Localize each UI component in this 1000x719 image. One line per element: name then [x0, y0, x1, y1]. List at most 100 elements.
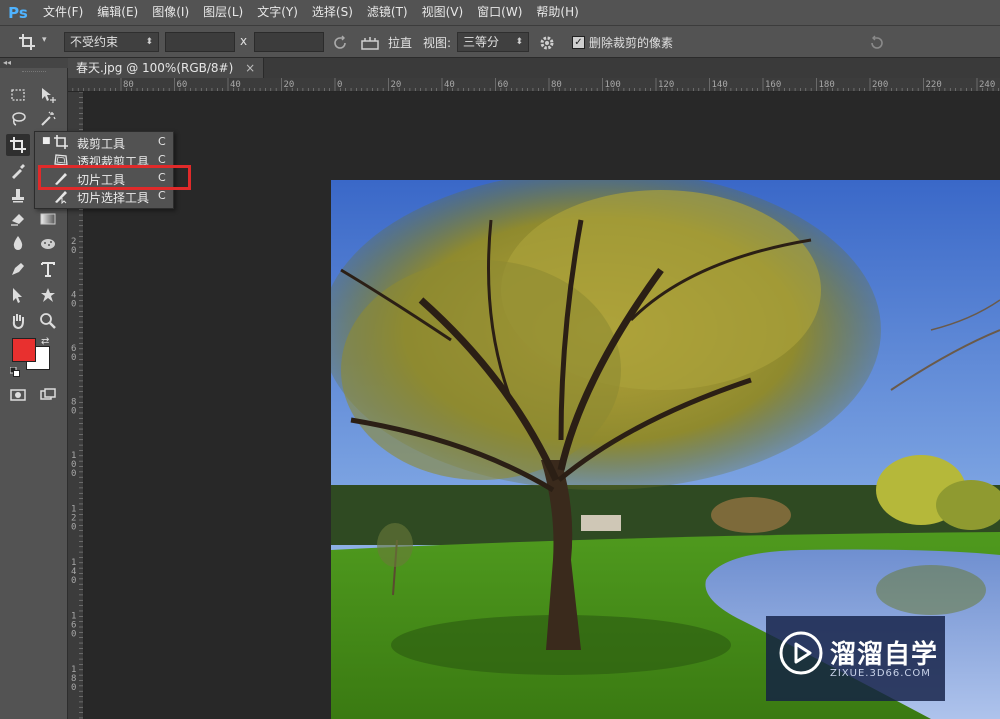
options-bar: ▾ 不受约束 ⬍ x 拉直 视图: 三等分 ⬍ ✓ 删除裁剪的像素	[0, 25, 1000, 58]
flyout-label: 切片选择工具	[77, 191, 150, 205]
flyout-label: 裁剪工具	[77, 137, 126, 151]
document-tab[interactable]: 春天.jpg @ 100%(RGB/8#) ×	[68, 58, 265, 78]
ruler-label: 200	[872, 80, 888, 90]
marquee-tool-icon[interactable]	[6, 84, 30, 106]
chevron-updown-icon: ⬍	[145, 37, 153, 47]
watermark-subtitle: ZIXUE.3D66.COM	[830, 668, 931, 679]
custom-shape-icon[interactable]	[36, 284, 60, 306]
delete-pixels-checkbox[interactable]: ✓	[572, 36, 585, 49]
menu-file[interactable]: 文件(F)	[36, 0, 90, 25]
ruler-label: 60	[498, 80, 509, 90]
crop-tool-icon[interactable]	[6, 134, 30, 156]
selected-bullet-icon: ■	[42, 136, 51, 146]
collapse-panel-icon[interactable]: ◂◂	[0, 58, 68, 68]
ruler-label: 60	[177, 80, 188, 90]
path-selection-icon[interactable]	[6, 284, 30, 306]
ruler-label: 120	[658, 80, 674, 90]
menu-image[interactable]: 图像(I)	[145, 0, 196, 25]
flyout-shortcut: C	[158, 135, 166, 148]
ruler-label: 40	[230, 80, 241, 90]
magic-wand-icon[interactable]	[36, 108, 60, 130]
flyout-item-crop[interactable]: ■ 裁剪工具 C	[35, 133, 173, 151]
hand-tool-icon[interactable]	[6, 310, 30, 332]
ruler-label: 240	[979, 80, 995, 90]
eyedropper-icon[interactable]	[6, 160, 30, 182]
ruler-label: 20	[284, 80, 295, 90]
menu-type[interactable]: 文字(Y)	[250, 0, 305, 25]
ruler-label: 0	[71, 523, 76, 533]
document-tab-bar: 春天.jpg @ 100%(RGB/8#) ×	[68, 58, 1000, 78]
lasso-tool-icon[interactable]	[6, 108, 30, 130]
view-value: 三等分	[463, 35, 500, 49]
crop-icon[interactable]	[18, 33, 38, 51]
ruler-label: 40	[444, 80, 455, 90]
view-label: 视图:	[423, 36, 452, 50]
quick-mask-icon[interactable]	[6, 384, 30, 406]
menu-view[interactable]: 视图(V)	[415, 0, 471, 25]
ruler-label: 0	[71, 353, 76, 363]
menu-layer[interactable]: 图层(L)	[196, 0, 250, 25]
foreground-color-swatch[interactable]	[12, 338, 36, 362]
straighten-label[interactable]: 拉直	[388, 34, 412, 51]
ratio-select[interactable]: 不受约束 ⬍	[64, 32, 159, 52]
blur-tool-icon[interactable]	[6, 232, 30, 254]
type-tool-icon[interactable]	[36, 258, 60, 280]
ruler-label: 80	[123, 80, 134, 90]
zoom-tool-icon[interactable]	[36, 310, 60, 332]
straighten-icon[interactable]	[360, 34, 380, 52]
slice-select-icon	[53, 188, 69, 205]
gear-icon[interactable]	[538, 34, 558, 52]
stamp-tool-icon[interactable]	[6, 184, 30, 206]
menu-bar: Ps 文件(F) 编辑(E) 图像(I) 图层(L) 文字(Y) 选择(S) 滤…	[0, 0, 1000, 25]
ruler-label: 0	[71, 469, 76, 479]
ruler-label: 100	[605, 80, 621, 90]
watermark: 溜溜自学 ZIXUE.3D66.COM	[766, 616, 945, 701]
swap-icon[interactable]	[331, 34, 349, 52]
pen-tool-icon[interactable]	[6, 258, 30, 280]
ruler-label: 160	[765, 80, 781, 90]
crop-icon	[53, 134, 69, 150]
ruler-label: 80	[551, 80, 562, 90]
highlight-annotation-box	[38, 165, 191, 190]
delete-pixels-label: 删除裁剪的像素	[589, 36, 674, 50]
ruler-label: 0	[71, 246, 76, 256]
ruler-label: 0	[71, 300, 76, 310]
ruler-label: 140	[712, 80, 728, 90]
swap-colors-icon[interactable]: ⇄	[41, 336, 49, 347]
menu-edit[interactable]: 编辑(E)	[90, 0, 145, 25]
menu-select[interactable]: 选择(S)	[305, 0, 360, 25]
flyout-shortcut: C	[158, 189, 166, 202]
close-icon[interactable]: ×	[245, 61, 255, 75]
menu-help[interactable]: 帮助(H)	[529, 0, 585, 25]
ruler-label: 0	[337, 80, 342, 90]
ruler-horizontal-ticks: 80 60 40 20 0 20 40 60 80 100 120 140 160 180 200 220 24…	[72, 78, 999, 91]
move-tool-icon[interactable]	[36, 84, 60, 106]
ruler-label: 0	[71, 630, 76, 640]
ratio-value: 不受约束	[70, 35, 119, 49]
height-input[interactable]	[254, 32, 324, 52]
watermark-title: 溜溜自学	[830, 640, 939, 670]
chevron-updown-icon: ⬍	[515, 37, 523, 47]
default-colors-icon[interactable]	[9, 366, 20, 377]
document-title: 春天.jpg @ 100%(RGB/8#)	[76, 61, 234, 75]
reset-icon[interactable]	[868, 34, 886, 52]
photoshop-logo: Ps	[8, 3, 28, 22]
ruler-label: 0	[71, 407, 76, 417]
menu-filter[interactable]: 滤镜(T)	[360, 0, 415, 25]
ruler-label: 0	[71, 576, 76, 586]
eraser-tool-icon[interactable]	[6, 208, 30, 230]
gradient-tool-icon[interactable]	[36, 208, 60, 230]
tool-preset-caret-icon[interactable]: ▾	[42, 35, 47, 45]
ruler-horizontal[interactable]: 80 60 40 20 0 20 40 60 80 100 120 140 160 180 200 220 24…	[68, 78, 1000, 92]
width-input[interactable]	[165, 32, 235, 52]
ruler-label: 0	[71, 683, 76, 693]
times-label: x	[240, 34, 248, 48]
screen-mode-icon[interactable]	[36, 384, 60, 406]
sponge-tool-icon[interactable]	[36, 232, 60, 254]
ruler-label: 220	[926, 80, 942, 90]
menu-window[interactable]: 窗口(W)	[470, 0, 529, 25]
view-select[interactable]: 三等分 ⬍	[457, 32, 529, 52]
play-logo-icon	[778, 630, 824, 676]
ruler-label: 180	[819, 80, 835, 90]
panel-grip[interactable]	[22, 71, 46, 73]
